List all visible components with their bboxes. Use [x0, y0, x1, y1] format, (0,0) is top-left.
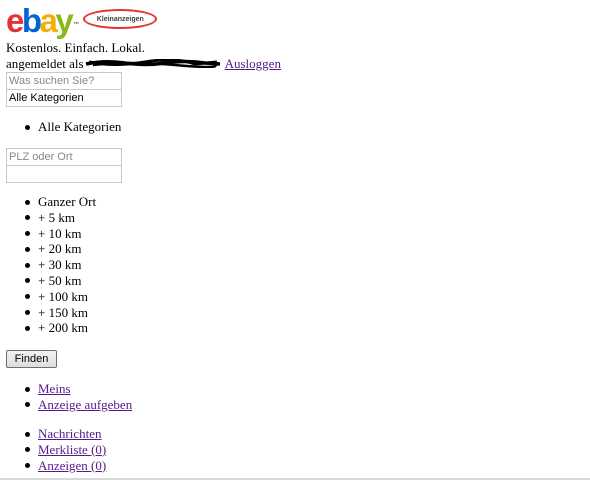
login-status: angemeldet als Ausloggen — [6, 56, 281, 71]
nachrichten-link[interactable]: Nachrichten — [38, 426, 102, 441]
radius-option[interactable]: + 30 km — [22, 257, 96, 273]
location-secondary-input[interactable] — [6, 165, 122, 183]
nav-item-anzeige-aufgeben: Anzeige aufgeben — [22, 397, 132, 413]
radius-option[interactable]: + 50 km — [22, 273, 96, 289]
secondary-nav: Nachrichten Merkliste (0) Anzeigen (0) — [22, 426, 106, 473]
nav-item-nachrichten: Nachrichten — [22, 426, 106, 442]
redacted-username-scribble — [85, 59, 220, 68]
tagline: Kostenlos. Einfach. Lokal. — [6, 40, 145, 55]
radius-option[interactable]: + 5 km — [22, 210, 96, 226]
meins-link[interactable]: Meins — [38, 381, 71, 396]
primary-nav: Meins Anzeige aufgeben — [22, 381, 132, 413]
radius-option[interactable]: + 150 km — [22, 305, 96, 321]
location-input[interactable]: PLZ oder Ort — [6, 148, 122, 166]
logo-letter-b: b — [21, 2, 42, 39]
logo-letter-a: a — [39, 2, 58, 39]
nav-item-meins: Meins — [22, 381, 132, 397]
radius-option[interactable]: + 100 km — [22, 289, 96, 305]
category-option[interactable]: Alle Kategorien — [22, 119, 121, 135]
logo-letter-y: y — [55, 2, 73, 39]
find-button[interactable]: Finden — [6, 350, 57, 368]
merkliste-link[interactable]: Merkliste (0) — [38, 442, 106, 457]
header-logo-row: e b a y ™ Kleinanzeigen — [6, 2, 158, 40]
nav-item-merkliste: Merkliste (0) — [22, 442, 106, 458]
logo-letter-e: e — [6, 2, 24, 39]
radius-option[interactable]: + 200 km — [22, 320, 96, 336]
logout-link[interactable]: Ausloggen — [225, 56, 281, 71]
category-list: Alle Kategorien — [22, 119, 121, 135]
radius-option[interactable]: Ganzer Ort — [22, 194, 96, 210]
radius-option[interactable]: + 20 km — [22, 241, 96, 257]
category-select[interactable]: Alle Kategorien — [6, 89, 122, 107]
radius-option[interactable]: + 10 km — [22, 226, 96, 242]
radius-list: Ganzer Ort + 5 km + 10 km + 20 km + 30 k… — [22, 194, 96, 336]
ebay-logo[interactable]: e b a y ™ — [6, 2, 80, 39]
anzeige-aufgeben-link[interactable]: Anzeige aufgeben — [38, 397, 132, 412]
logged-in-label: angemeldet als — [6, 56, 84, 71]
nav-item-anzeigen: Anzeigen (0) — [22, 458, 106, 474]
search-input[interactable]: Was suchen Sie? — [6, 72, 122, 90]
anzeigen-link[interactable]: Anzeigen (0) — [38, 458, 106, 473]
trademark-symbol: ™ — [73, 22, 80, 28]
kleinanzeigen-badge[interactable]: Kleinanzeigen — [83, 9, 158, 29]
